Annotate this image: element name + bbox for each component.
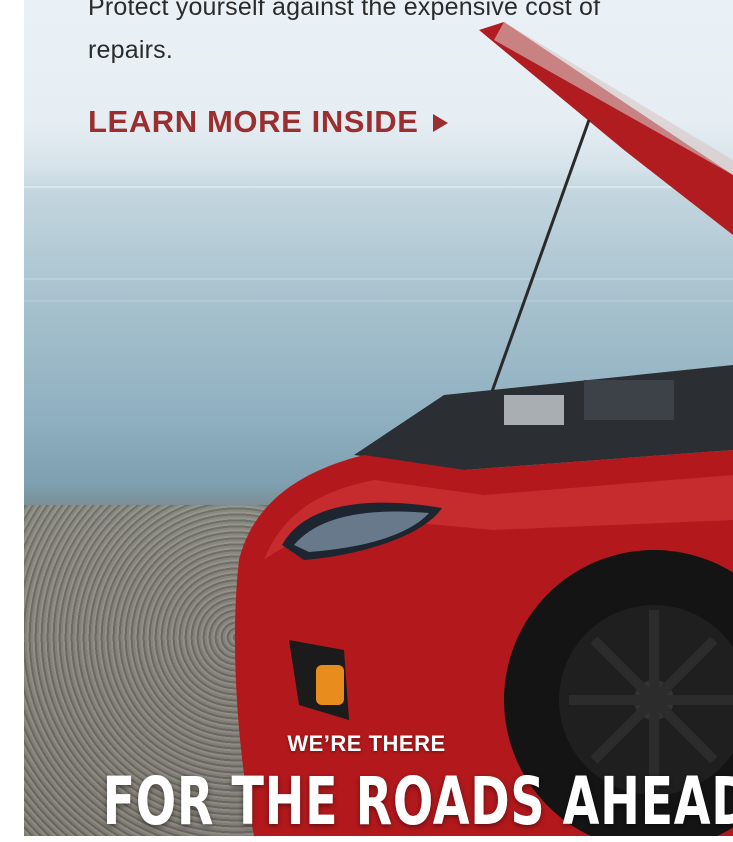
hero-body-text: Protect yourself against the expensive c… (88, 0, 601, 64)
play-triangle-icon (432, 114, 448, 132)
hero-headline: FOR THE ROADS AHEAD (102, 763, 733, 840)
learn-more-link[interactable]: LEARN MORE INSIDE (88, 104, 448, 140)
hero-kicker: WE’RE THERE (287, 731, 446, 756)
learn-more-label: LEARN MORE INSIDE (88, 104, 419, 139)
